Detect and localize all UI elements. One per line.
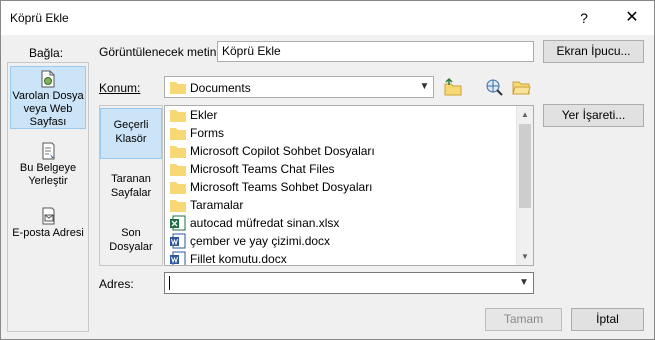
file-name: Fillet komutu.docx: [190, 252, 287, 266]
folder-icon: [170, 200, 186, 212]
list-item[interactable]: Forms: [168, 124, 513, 142]
link-to-label: Bağla:: [29, 46, 64, 60]
title-bar: Köprü Ekle ? ✕: [1, 1, 654, 35]
link-to-pane: Varolan Dosya veya Web Sayfası Bu Belgey…: [7, 62, 89, 332]
file-name: Microsoft Teams Sohbet Dosyaları: [190, 180, 373, 194]
file-name: Taramalar: [190, 198, 244, 212]
insert-hyperlink-dialog: Köprü Ekle ? ✕ Bağla: Varolan Dosya veya…: [0, 0, 655, 340]
folder-icon: [170, 182, 186, 194]
browse-web-button[interactable]: [483, 76, 505, 98]
chevron-down-icon: ▼: [415, 77, 433, 97]
file-name: autocad müfredat sinan.xlsx: [190, 216, 340, 230]
tab-current-folder[interactable]: Geçerli Klasör: [100, 108, 162, 159]
ok-button[interactable]: Tamam: [485, 308, 562, 331]
file-name: Microsoft Teams Chat Files: [190, 162, 335, 176]
address-input[interactable]: ▼: [164, 272, 534, 294]
word-file-icon: [170, 233, 186, 249]
email-address-icon: [42, 207, 55, 225]
folder-icon: [170, 128, 186, 140]
link-existing-file-webpage[interactable]: Varolan Dosya veya Web Sayfası: [10, 66, 86, 129]
folder-icon: [170, 110, 186, 122]
text-caret: [169, 276, 170, 290]
list-item[interactable]: autocad müfredat sinan.xlsx: [168, 214, 513, 232]
file-name: Forms: [190, 126, 224, 140]
browse-web-icon: [486, 79, 503, 96]
close-button[interactable]: ✕: [621, 8, 643, 28]
address-label: Adres:: [99, 277, 134, 291]
excel-file-icon: [170, 215, 186, 231]
list-item[interactable]: Microsoft Teams Chat Files: [168, 160, 513, 178]
link-email-address[interactable]: E-posta Adresi: [10, 204, 86, 252]
tab-recent-files[interactable]: Son Dosyalar: [100, 220, 162, 260]
tab-browsed-pages[interactable]: Taranan Sayfalar: [100, 166, 162, 206]
look-in-select[interactable]: Documents ▼: [164, 76, 434, 98]
file-name: çember ve yay çizimi.docx: [190, 234, 331, 248]
link-place-in-document[interactable]: Bu Belgeye Yerleştir: [10, 139, 86, 187]
up-folder-icon: [444, 77, 462, 96]
place-in-document-icon: [42, 142, 55, 160]
cancel-button[interactable]: İptal: [571, 308, 644, 331]
folder-icon: [170, 82, 186, 94]
folder-icon: [170, 146, 186, 158]
open-folder-icon: [512, 81, 531, 95]
existing-file-webpage-icon: [41, 70, 55, 88]
file-name: Ekler: [190, 108, 218, 122]
folder-icon: [170, 164, 186, 176]
scroll-up-arrow-icon[interactable]: ▲: [517, 106, 533, 123]
look-in-label: Konum:: [99, 81, 141, 95]
list-item[interactable]: Microsoft Teams Sohbet Dosyaları: [168, 178, 513, 196]
bookmark-button[interactable]: Yer İşareti...: [543, 104, 644, 127]
link-existing-file-webpage-label: Varolan Dosya veya Web Sayfası: [12, 90, 84, 128]
screentip-button[interactable]: Ekran İpucu...: [543, 40, 644, 63]
chevron-down-icon[interactable]: ▼: [515, 273, 533, 293]
list-item[interactable]: Taramalar: [168, 196, 513, 214]
help-button[interactable]: ?: [573, 8, 595, 28]
list-item[interactable]: Microsoft Copilot Sohbet Dosyaları: [168, 142, 513, 160]
up-one-folder-button[interactable]: [442, 76, 464, 98]
file-list: Ekler Forms Microsoft Copilot Sohbet Dos…: [164, 105, 534, 266]
file-name: Microsoft Copilot Sohbet Dosyaları: [190, 144, 375, 158]
scrollbar-thumb[interactable]: [519, 124, 531, 208]
word-file-icon: [170, 251, 186, 265]
look-in-value: Documents: [190, 81, 251, 95]
display-text-input[interactable]: Köprü Ekle: [217, 41, 534, 62]
file-list-scrollbar[interactable]: ▲ ▼: [516, 106, 533, 265]
list-item[interactable]: Fillet komutu.docx: [168, 250, 513, 266]
scroll-down-arrow-icon[interactable]: ▼: [517, 248, 533, 265]
display-text-label: Görüntülenecek metin:: [99, 45, 220, 59]
dialog-title: Köprü Ekle: [10, 11, 69, 25]
link-place-in-document-label: Bu Belgeye Yerleştir: [19, 162, 77, 187]
link-email-address-label: E-posta Adresi: [12, 227, 84, 239]
browse-file-button[interactable]: [510, 76, 532, 98]
browse-tabs: Geçerli Klasör Taranan Sayfalar Son Dosy…: [99, 105, 163, 266]
list-item[interactable]: Ekler: [168, 106, 513, 124]
list-item[interactable]: çember ve yay çizimi.docx: [168, 232, 513, 250]
